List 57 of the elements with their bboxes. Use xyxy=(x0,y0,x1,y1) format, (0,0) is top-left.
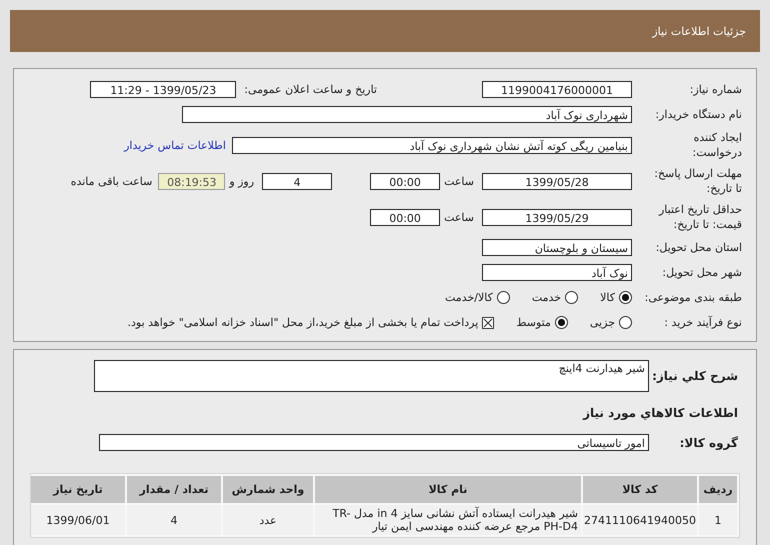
field-label: ایجاد کننده درخواست: xyxy=(692,130,743,160)
column-header: کد کالا xyxy=(583,476,697,503)
checkbox-label: پرداخت تمام یا بخشی از مبلغ خرید،از محل "اسناد خزانه اسلامی" خواهد بود. xyxy=(128,316,478,329)
goods-group-field: امور تاسیساتی xyxy=(99,434,649,451)
column-header: تاریخ نیاز xyxy=(31,476,125,503)
field-label: استان محل تحویل: xyxy=(654,240,743,255)
field-label: تاریخ و ساعت اعلان عمومی: xyxy=(244,83,377,96)
table-cell: عدد xyxy=(223,505,313,535)
creator-field: بنیامین ریگی کوته آتش نشان شهرداری نوک آباد xyxy=(232,136,632,154)
field-label: طبقه بندی موضوعی: xyxy=(644,290,743,305)
field-label: شهر محل تحویل: xyxy=(661,265,743,280)
description-field: شیر هیدارنت 4اینچ xyxy=(94,360,649,392)
province-field: سیستان و بلوچستان xyxy=(482,239,632,256)
page-title: جزئیات اطلاعات نیاز xyxy=(652,24,746,38)
section-title: اطلاعات کالاهاي مورد نیاز xyxy=(582,406,739,420)
radio-button[interactable] xyxy=(619,316,632,329)
field-label: شرح کلي نیاز: xyxy=(651,369,739,383)
field-label: نام دستگاه خریدار: xyxy=(654,107,743,122)
radio-button[interactable] xyxy=(554,316,568,329)
buyer-field: شهرداری نوک آباد xyxy=(182,106,632,123)
time-field: 00:00 xyxy=(370,172,440,190)
table-cell: 4 xyxy=(127,505,221,535)
radio-label: کالا xyxy=(600,291,615,304)
radio-label: متوسط xyxy=(516,316,551,329)
field-label: روز و xyxy=(229,174,254,188)
checkbox[interactable] xyxy=(482,316,494,328)
radio-button[interactable] xyxy=(619,291,632,304)
field-label: ساعت xyxy=(444,174,474,188)
table-cell: شیر هیدرانت ایستاده آتش نشانی سایز 4 in مدل TR-PH-D4 مرجع عرضه کننده مهندسی ایمن تیار xyxy=(315,505,581,535)
radio-label: خدمت xyxy=(532,291,562,304)
date-field: 1399/05/29 xyxy=(482,208,632,226)
field-label: ساعت باقی مانده xyxy=(70,174,152,188)
field-label: شماره نیاز: xyxy=(688,82,743,97)
table-cell: 1399/06/01 xyxy=(31,505,125,535)
field-label: حداقل تاریخ اعتبار قیمت: تا تاریخ: xyxy=(658,202,743,232)
table-cell: 1 xyxy=(699,505,737,535)
radio-label: کالا/خدمت xyxy=(445,291,493,304)
field-label: گروه کالا: xyxy=(678,436,739,450)
city-field: نوک آباد xyxy=(482,264,632,281)
column-header: واحد شمارش xyxy=(223,476,313,503)
column-header: نام کالا xyxy=(315,476,581,503)
need-number-field: 1199004176000001 xyxy=(482,81,632,98)
column-header: ردیف xyxy=(699,476,737,503)
field-label: نوع فرآیند خرید : xyxy=(663,315,743,330)
radio-label: جزیی xyxy=(590,316,615,329)
buyer-contact-link[interactable]: اطلاعات تماس خریدار xyxy=(124,138,226,152)
column-header: تعداد / مقدار xyxy=(127,476,221,503)
field-label: مهلت ارسال پاسخ: تا تاریخ: xyxy=(653,166,743,196)
date-field: 1399/05/28 xyxy=(482,172,632,190)
table-cell: 2741110641940050 xyxy=(583,505,697,535)
days-field: 4 xyxy=(262,172,332,190)
radio-button[interactable] xyxy=(496,291,510,304)
announce-date-field: 1399/05/23 - 11:29 xyxy=(90,81,236,98)
time-field: 00:00 xyxy=(370,208,440,226)
countdown-field: 08:19:53 xyxy=(158,172,226,190)
radio-button[interactable] xyxy=(565,291,578,304)
field-label: ساعت xyxy=(444,210,474,224)
